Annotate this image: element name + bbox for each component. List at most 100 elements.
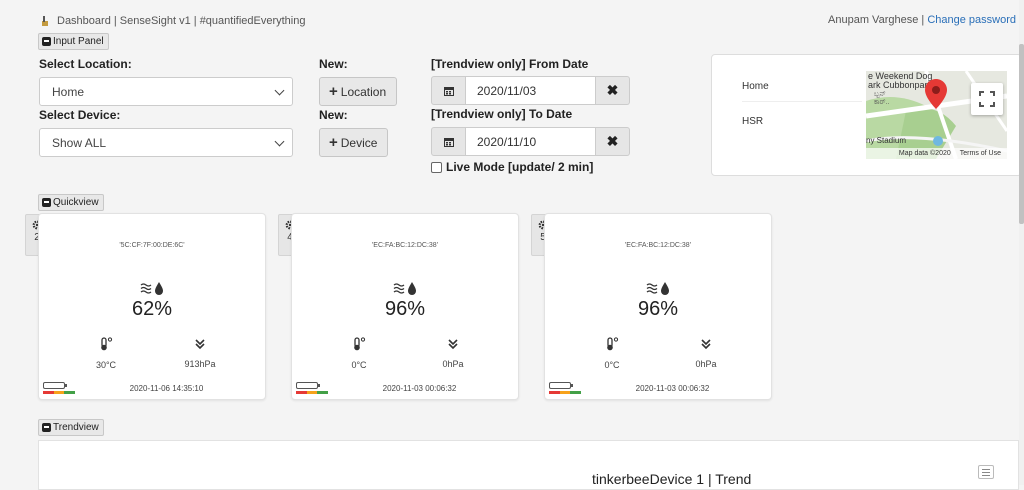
menu-line: [982, 471, 990, 473]
thermometer-icon: [607, 337, 619, 351]
location-select-value: Home: [52, 85, 85, 99]
humidity-value: 96%: [637, 298, 679, 320]
device-mac: '5C:CF:7F:00:DE:6C': [119, 242, 185, 249]
new-location-text: Location: [340, 84, 387, 99]
humidity-icon: [393, 282, 416, 295]
chevron-down-icon: [274, 136, 285, 147]
pressure-metric: 0hPa: [423, 337, 483, 369]
last-update-timestamp: 2020-11-03 00:06:32: [382, 384, 457, 393]
thermometer-icon: [354, 337, 366, 351]
map-pin-icon[interactable]: [925, 79, 947, 109]
new-device-label: New:: [319, 108, 348, 122]
pressure-value: 0hPa: [442, 359, 464, 369]
to-date-input[interactable]: 2020/11/10: [466, 127, 596, 156]
app-header: Dashboard | SenseSight v1 | #quantifiedE…: [40, 15, 305, 27]
fullscreen-button[interactable]: [971, 83, 1003, 115]
temperature-metric: 0°C: [582, 337, 642, 370]
temperature-value: 30°C: [95, 360, 117, 370]
temperature-metric: 0°C: [329, 337, 389, 370]
location-label: Select Location:: [39, 57, 132, 71]
device-mac: 'EC:FA:BC:12:DC:38': [624, 242, 692, 249]
pressure-icon: [448, 339, 458, 350]
temperature-value: 0°C: [604, 360, 620, 370]
live-mode-checkbox[interactable]: [431, 161, 442, 173]
map-footer: Map data ©2020 Terms of Use: [866, 148, 1007, 159]
device-card: 'EC:FA:BC:12:DC:38' 96% 0°C 0hPa 2020-11-03 …: [291, 213, 519, 400]
calendar-icon[interactable]: [431, 127, 466, 156]
humidity-value: 96%: [384, 298, 426, 320]
collapse-icon: [42, 37, 51, 46]
input-panel-toggle[interactable]: Input Panel: [38, 33, 109, 50]
device-select-value: Show ALL: [52, 136, 107, 150]
chevron-down-icon: [274, 85, 285, 96]
close-icon: ✖: [606, 133, 619, 149]
quickview-label: Quickview: [53, 197, 99, 208]
device-card: 'EC:FA:BC:12:DC:38' 96% 0°C 0hPa 2020-11-03 …: [544, 213, 772, 400]
last-update-timestamp: 2020-11-06 14:35:10: [129, 384, 204, 393]
last-update-timestamp: 2020-11-03 00:06:32: [635, 384, 710, 393]
live-mode-label: Live Mode [update/ 2 min]: [446, 160, 594, 174]
pressure-icon: [195, 339, 205, 350]
input-panel-label: Input Panel: [53, 36, 104, 47]
trendview-label: Trendview: [53, 422, 99, 433]
clear-to-date-button[interactable]: ✖: [596, 127, 630, 156]
humidity-icon-wrap: [545, 281, 771, 295]
pressure-metric: 913hPa: [170, 337, 230, 369]
pressure-value: 0hPa: [695, 359, 717, 369]
app-logo-icon: [42, 16, 48, 26]
divider: [742, 101, 862, 102]
collapse-icon: [42, 198, 51, 207]
thermometer-icon: [101, 337, 113, 351]
page-scrollbar-thumb[interactable]: [1019, 44, 1024, 224]
page-title: Dashboard | SenseSight v1 | #quantifiedE…: [57, 15, 306, 27]
humidity-icon-wrap: [39, 281, 265, 295]
humidity-value: 62%: [131, 298, 173, 320]
live-mode-row: Live Mode [update/ 2 min]: [431, 160, 593, 174]
username: Anupam Varghese: [828, 14, 919, 26]
location-list-item-home[interactable]: Home: [742, 81, 769, 92]
new-device-text: Device: [340, 135, 378, 150]
quickview-toggle[interactable]: Quickview: [38, 194, 104, 211]
map-label: ಬ್ಬನ್: [874, 91, 886, 98]
from-date-label: [Trendview only] From Date: [431, 57, 589, 71]
humidity-icon: [140, 282, 163, 295]
trendview-toggle[interactable]: Trendview: [38, 419, 104, 436]
map-data-credit: Map data ©2020: [898, 150, 951, 157]
map-label: ark Cubbonpark: [868, 80, 933, 90]
device-label: Select Device:: [39, 108, 121, 122]
pressure-metric: 0hPa: [676, 337, 736, 369]
map-panel: Home HSR e Weekend Dog ark Cubbonpark ಬ್…: [711, 54, 1022, 176]
humidity-icon-wrap: [292, 281, 518, 295]
to-date-label: [Trendview only] To Date: [431, 107, 573, 121]
menu-line: [982, 468, 990, 470]
change-password-link[interactable]: Change password: [927, 14, 1016, 26]
location-select[interactable]: Home: [39, 77, 293, 106]
chart-menu-button[interactable]: [978, 465, 994, 479]
from-date-input[interactable]: 2020/11/03: [466, 76, 596, 105]
plus-icon: +: [329, 133, 338, 151]
map-view[interactable]: e Weekend Dog ark Cubbonpark ಬ್ಬನ್ ಕಾರ್.…: [866, 71, 1007, 159]
device-card: '5C:CF:7F:00:DE:6C' 62% 30°C 913hPa 2020-11-…: [38, 213, 266, 400]
map-terms-link[interactable]: Terms of Use: [960, 150, 1001, 157]
calendar-icon[interactable]: [431, 76, 466, 105]
map-label: ಕಾರ್..: [874, 99, 890, 106]
plus-icon: +: [329, 82, 338, 100]
device-mac: 'EC:FA:BC:12:DC:38': [371, 242, 439, 249]
temperature-value: 0°C: [351, 360, 367, 370]
menu-line: [982, 474, 990, 476]
location-list-item-hsr[interactable]: HSR: [742, 116, 763, 127]
to-date-group: 2020/11/10 ✖: [431, 127, 630, 156]
new-location-label: New:: [319, 57, 348, 71]
fullscreen-icon: [979, 91, 995, 107]
clear-from-date-button[interactable]: ✖: [596, 76, 630, 105]
pressure-icon: [701, 339, 711, 350]
humidity-icon: [646, 282, 669, 295]
user-area: Anupam Varghese | Change password: [828, 14, 1016, 26]
new-location-button[interactable]: + Location: [319, 77, 398, 106]
map-label: ny Stadium: [866, 136, 907, 145]
temperature-metric: 30°C: [76, 337, 136, 370]
new-device-button[interactable]: + Device: [319, 128, 389, 157]
collapse-icon: [42, 423, 51, 432]
device-select[interactable]: Show ALL: [39, 128, 293, 157]
from-date-group: 2020/11/03 ✖: [431, 76, 630, 105]
